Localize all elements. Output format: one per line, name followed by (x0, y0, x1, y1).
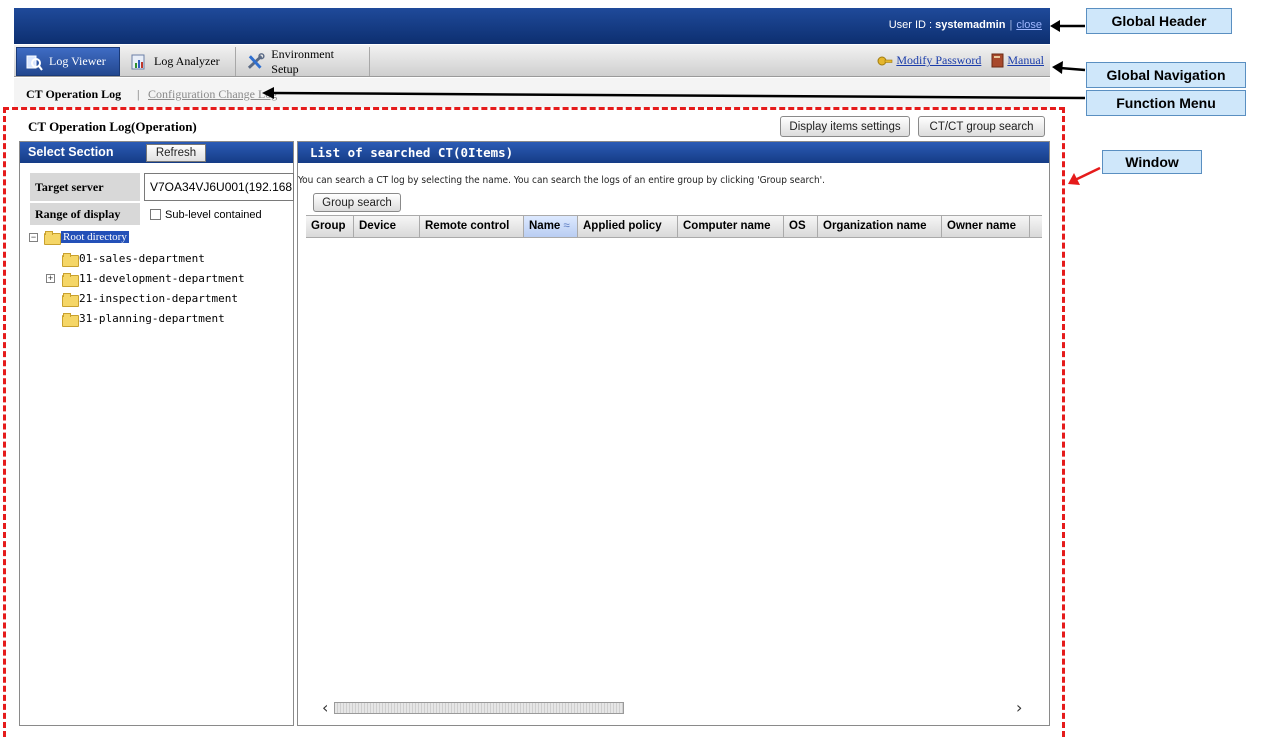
arrow-head-icon (1052, 61, 1063, 74)
callout-window: Window (1102, 150, 1202, 174)
arrow-window (1074, 166, 1101, 182)
arrow-head-icon (262, 87, 274, 99)
arrow-head-icon (1050, 20, 1060, 32)
arrow-global-navigation (1059, 66, 1086, 72)
annotation-arrows (262, 20, 1101, 185)
callout-global-navigation: Global Navigation (1086, 62, 1246, 88)
callout-global-header: Global Header (1086, 8, 1232, 34)
arrow-function-menu (271, 91, 1086, 100)
callout-function-menu: Function Menu (1086, 90, 1246, 116)
